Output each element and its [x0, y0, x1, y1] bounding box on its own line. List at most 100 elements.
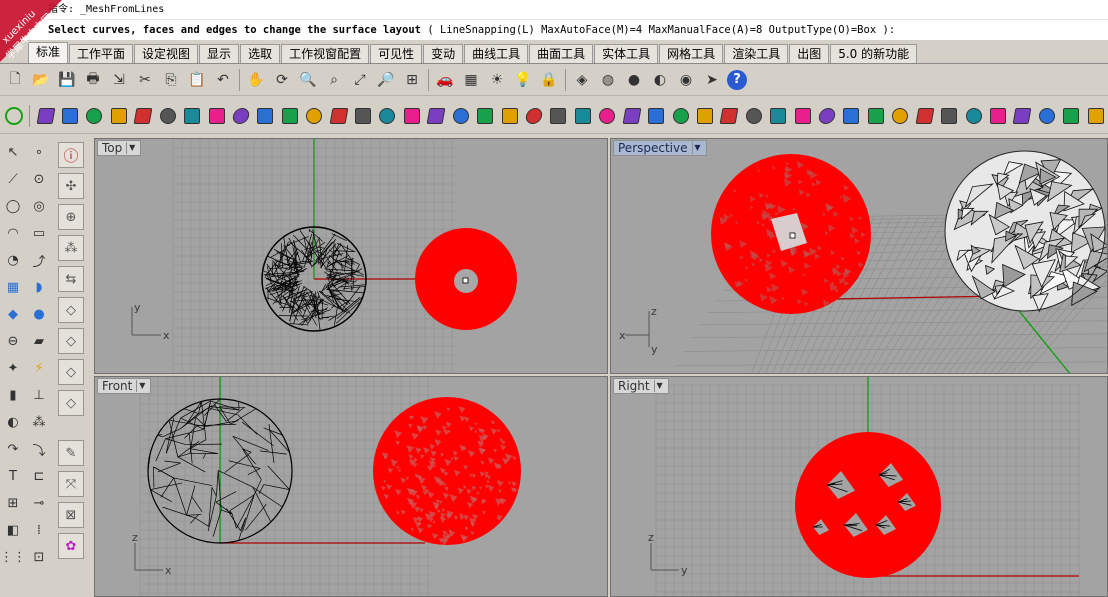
tool-icon-12-0[interactable]: T: [2, 466, 24, 487]
red-mesh-sphere-front[interactable]: [373, 397, 521, 545]
mesh-loop-icon[interactable]: [84, 105, 104, 127]
side-tool-icon-9[interactable]: [58, 421, 84, 435]
tool-icon-8-1[interactable]: ⚡: [28, 358, 50, 379]
mesh-project-icon[interactable]: [792, 105, 812, 127]
mesh-repair-icon[interactable]: [548, 105, 568, 127]
tab-2[interactable]: 设定视图: [134, 44, 198, 63]
mesh-cull-icon[interactable]: [475, 105, 495, 127]
lock-icon[interactable]: 🔒: [538, 69, 560, 91]
mesh-taper-icon[interactable]: [939, 105, 959, 127]
mesh-join-icon[interactable]: [304, 105, 324, 127]
shaded-mesh-sphere-perspective[interactable]: [945, 151, 1108, 311]
power-icon[interactable]: [4, 105, 24, 127]
light-bulb-icon[interactable]: 💡: [512, 69, 534, 91]
zoom-dynamic-icon[interactable]: 🔍: [297, 69, 319, 91]
tool-icon-13-0[interactable]: ⊞: [2, 493, 24, 514]
top-view-canvas[interactable]: y x: [95, 139, 608, 374]
mesh-heat-icon[interactable]: [1037, 105, 1057, 127]
viewport-right[interactable]: Right ▼ z y: [610, 376, 1108, 597]
undo-icon[interactable]: ↶: [212, 69, 234, 91]
side-tool-icon-12[interactable]: ⊠: [58, 502, 84, 528]
open-icon[interactable]: 📂: [30, 69, 52, 91]
mesh-shear-icon[interactable]: [963, 105, 983, 127]
tool-icon-3-0[interactable]: ◠: [2, 223, 24, 244]
tool-icon-2-1[interactable]: ◎: [28, 196, 50, 217]
mesh-morph-icon[interactable]: [866, 105, 886, 127]
layer-icon[interactable]: ◈: [571, 69, 593, 91]
side-tool-icon-13[interactable]: ✿: [58, 533, 84, 559]
mesh-fill-holes-icon[interactable]: [231, 105, 251, 127]
shaded-sphere-icon[interactable]: ◐: [649, 69, 671, 91]
mesh-point-icon[interactable]: [719, 105, 739, 127]
render-sphere-icon[interactable]: ●: [623, 69, 645, 91]
mesh-quad-icon[interactable]: [451, 105, 471, 127]
tool-icon-1-0[interactable]: ⟋: [2, 169, 24, 190]
mesh-offset-icon[interactable]: [377, 105, 397, 127]
tab-11[interactable]: 网格工具: [659, 44, 723, 63]
tab-6[interactable]: 可见性: [370, 44, 422, 63]
red-mesh-sphere-right[interactable]: [795, 432, 941, 578]
tool-icon-3-1[interactable]: ▭: [28, 223, 50, 244]
side-tool-icon-11[interactable]: ⤧: [58, 471, 84, 497]
mesh-outline-icon[interactable]: [768, 105, 788, 127]
viewport-menu-chevron-icon[interactable]: ▼: [692, 142, 703, 154]
tool-icon-13-1[interactable]: ⊸: [28, 493, 50, 514]
tab-12[interactable]: 渲染工具: [724, 44, 788, 63]
mesh-export-icon[interactable]: [1061, 105, 1081, 127]
new-icon[interactable]: 🗋: [4, 69, 26, 91]
mesh-explode-icon[interactable]: [328, 105, 348, 127]
mesh-wire-icon[interactable]: [744, 105, 764, 127]
tool-icon-5-0[interactable]: ▦: [2, 277, 24, 298]
zoom-extents-icon[interactable]: ⤢: [349, 69, 371, 91]
tool-icon-15-0[interactable]: ⋮⋮: [2, 547, 24, 568]
tool-icon-10-0[interactable]: ◐: [2, 412, 24, 433]
mesh-split-icon[interactable]: [280, 105, 300, 127]
side-tool-icon-0[interactable]: ⓘ: [58, 142, 84, 168]
tool-icon-0-1[interactable]: ∘: [28, 142, 50, 163]
tool-icon-8-0[interactable]: ✦: [2, 358, 24, 379]
tool-icon-5-1[interactable]: ◗: [28, 277, 50, 298]
mesh-edges-icon[interactable]: [1085, 105, 1105, 127]
tool-icon-1-1[interactable]: ⊙: [28, 169, 50, 190]
tool-icon-4-1[interactable]: ⤴: [28, 250, 50, 271]
import-icon[interactable]: ⇲: [108, 69, 130, 91]
mesh-pull-icon[interactable]: [817, 105, 837, 127]
mesh-boolean-icon[interactable]: [353, 105, 373, 127]
cursor-icon[interactable]: ➤: [701, 69, 723, 91]
mesh-twist-icon[interactable]: [890, 105, 910, 127]
pan-icon[interactable]: ✋: [245, 69, 267, 91]
mesh-smooth-icon[interactable]: [621, 105, 641, 127]
mesh-select-icon[interactable]: [524, 105, 544, 127]
mesh-delete-icon[interactable]: [573, 105, 593, 127]
sun-icon[interactable]: ☀: [486, 69, 508, 91]
side-tool-icon-8[interactable]: ◇: [58, 390, 84, 416]
tool-icon-6-1[interactable]: ●: [28, 304, 50, 325]
viewport-front[interactable]: Front ▼ z x: [94, 376, 608, 597]
mesh-box-icon[interactable]: [35, 105, 55, 127]
viewport-menu-chevron-icon[interactable]: ▼: [654, 380, 665, 392]
mesh-align-icon[interactable]: [597, 105, 617, 127]
command-options[interactable]: ( LineSnapping(L) MaxAutoFace(M)=4 MaxMa…: [427, 24, 895, 36]
viewport-title-right[interactable]: Right ▼: [613, 378, 669, 394]
viewport-menu-chevron-icon[interactable]: ▼: [126, 142, 137, 154]
mesh-refine-icon[interactable]: [646, 105, 666, 127]
tool-icon-12-1[interactable]: ⊏: [28, 466, 50, 487]
tool-icon-14-1[interactable]: ⁞: [28, 520, 50, 541]
mesh-unweld-icon[interactable]: [206, 105, 226, 127]
front-view-canvas[interactable]: z x: [95, 377, 608, 597]
side-tool-icon-3[interactable]: ⁂: [58, 235, 84, 261]
tab-8[interactable]: 曲线工具: [464, 44, 528, 63]
mesh-triangulate-icon[interactable]: [426, 105, 446, 127]
mesh-cylinder-icon[interactable]: [133, 105, 153, 127]
tool-icon-10-1[interactable]: ⁂: [28, 412, 50, 433]
copy-icon[interactable]: ⎘: [160, 69, 182, 91]
tool-icon-7-1[interactable]: ▰: [28, 331, 50, 352]
tool-icon-9-1[interactable]: ⊥: [28, 385, 50, 406]
mesh-sphere-icon[interactable]: [60, 105, 80, 127]
paste-icon[interactable]: 📋: [186, 69, 208, 91]
mesh-reduce-icon[interactable]: [402, 105, 422, 127]
tab-14[interactable]: 5.0 的新功能: [830, 44, 917, 63]
tool-icon-4-0[interactable]: ◔: [2, 250, 24, 271]
named-view-icon[interactable]: ▦: [460, 69, 482, 91]
help-icon[interactable]: ?: [727, 70, 747, 90]
